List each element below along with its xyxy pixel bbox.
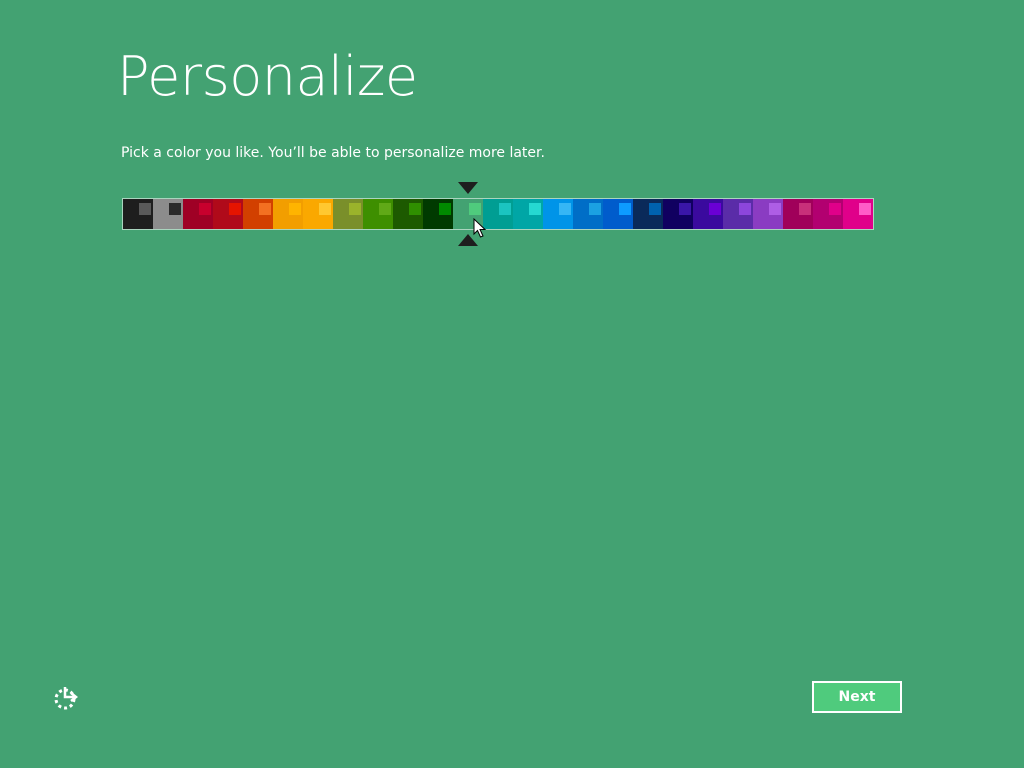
swatch-accent-square [469,203,481,215]
swatch-accent-square [199,203,211,215]
ease-of-access-icon[interactable] [52,684,80,712]
swatch-accent-square [319,203,331,215]
mouse-pointer-icon [473,218,487,238]
color-swatch[interactable] [153,199,183,229]
swatch-accent-square [649,203,661,215]
swatch-accent-square [439,203,451,215]
swatch-accent-square [379,203,391,215]
color-swatch[interactable] [213,199,243,229]
color-swatch[interactable] [423,199,453,229]
color-swatch[interactable] [813,199,843,229]
color-swatch[interactable] [273,199,303,229]
color-swatch[interactable] [603,199,633,229]
color-swatch[interactable] [753,199,783,229]
swatch-accent-square [559,203,571,215]
next-button[interactable]: Next [812,681,902,713]
swatch-accent-square [739,203,751,215]
color-swatch[interactable] [573,199,603,229]
color-swatch[interactable] [123,199,153,229]
personalize-page: { "page": { "title": "Personalize", "sub… [0,0,1024,768]
color-swatch[interactable] [633,199,663,229]
color-swatch[interactable] [843,199,873,229]
color-swatch[interactable] [303,199,333,229]
color-palette [122,198,874,230]
selected-color-marker-top [458,182,478,194]
swatch-accent-square [679,203,691,215]
swatch-accent-square [499,203,511,215]
swatch-accent-square [799,203,811,215]
swatch-accent-square [229,203,241,215]
swatch-accent-square [589,203,601,215]
color-swatch[interactable] [723,199,753,229]
color-swatch[interactable] [693,199,723,229]
color-swatch[interactable] [243,199,273,229]
swatch-accent-square [529,203,541,215]
color-swatch[interactable] [543,199,573,229]
color-swatch[interactable] [513,199,543,229]
color-swatch[interactable] [483,199,513,229]
color-swatch[interactable] [333,199,363,229]
swatch-accent-square [409,203,421,215]
swatch-accent-square [829,203,841,215]
swatch-accent-square [169,203,181,215]
swatch-accent-square [139,203,151,215]
color-swatch[interactable] [183,199,213,229]
color-swatch[interactable] [393,199,423,229]
swatch-accent-square [289,203,301,215]
page-title: Personalize [117,45,418,108]
color-swatch[interactable] [363,199,393,229]
swatch-accent-square [709,203,721,215]
swatch-accent-square [769,203,781,215]
swatch-accent-square [259,203,271,215]
color-swatch[interactable] [663,199,693,229]
instruction-text: Pick a color you like. You’ll be able to… [121,145,545,161]
swatch-accent-square [619,203,631,215]
swatch-accent-square [349,203,361,215]
swatch-accent-square [859,203,871,215]
color-swatch[interactable] [783,199,813,229]
